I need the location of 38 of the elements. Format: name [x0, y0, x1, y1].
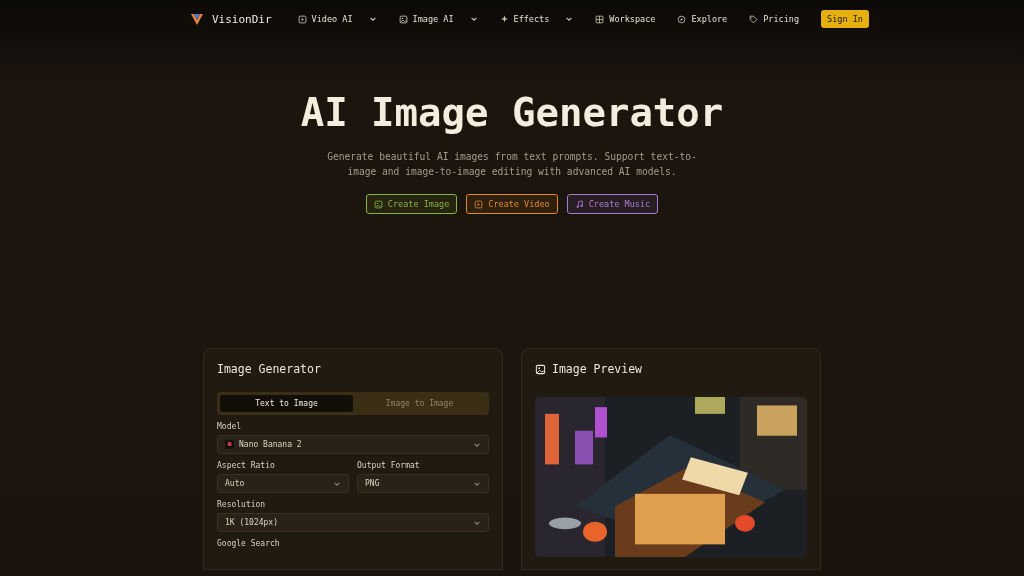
nav-link[interactable]: Video AI	[297, 14, 377, 24]
image-icon	[535, 363, 546, 375]
field-label: Aspect Ratio	[217, 461, 276, 470]
field-label: Model	[217, 422, 243, 431]
nav-link[interactable]: Image AI	[398, 14, 478, 24]
dropdown-select[interactable]: Nano Banana 2	[217, 435, 489, 454]
card-title: Image Preview	[552, 362, 642, 376]
video-icon	[297, 14, 307, 24]
brand-name[interactable]: VisionDir	[212, 12, 272, 26]
nav-link[interactable]: Workspace	[595, 14, 656, 24]
mode-tab[interactable]: Image to Image	[353, 395, 486, 412]
image-icon	[373, 199, 383, 209]
dropdown-select[interactable]: PNG	[357, 474, 489, 493]
create-button[interactable]: Create Music	[566, 194, 659, 214]
page-title: AI Image Generator	[300, 90, 724, 135]
logo-icon[interactable]	[190, 12, 204, 26]
dropdown-select[interactable]: 1K (1024px)	[217, 513, 489, 532]
logo-icon	[225, 440, 234, 449]
create-button[interactable]: Create Image	[365, 194, 458, 214]
mode-tab[interactable]: Text to Image	[220, 395, 353, 412]
dropdown-select[interactable]: Auto	[217, 474, 349, 493]
hero-description: Generate beautiful AI images from text prompts. Support text-to-image and image-to-image editing with advanced AI models.	[326, 150, 698, 179]
create-button[interactable]: Create Video	[466, 194, 558, 214]
sparkle-icon	[499, 14, 509, 24]
sign-in-button[interactable]: Sign In	[821, 10, 869, 28]
field-label: Output Format	[357, 461, 421, 470]
nav-link[interactable]: Explore	[677, 14, 728, 24]
field-label: Google Search	[217, 539, 281, 548]
field-label: Resolution	[217, 500, 267, 509]
compass-icon	[677, 14, 687, 24]
card-title: Image Generator	[217, 361, 322, 377]
nav-link[interactable]: Effects	[499, 14, 574, 24]
image-icon	[398, 14, 408, 24]
grid-icon	[595, 14, 605, 24]
music-note-icon	[574, 199, 584, 209]
tag-icon	[749, 14, 759, 24]
video-icon	[474, 199, 484, 209]
nav-link[interactable]: Pricing	[749, 14, 800, 24]
